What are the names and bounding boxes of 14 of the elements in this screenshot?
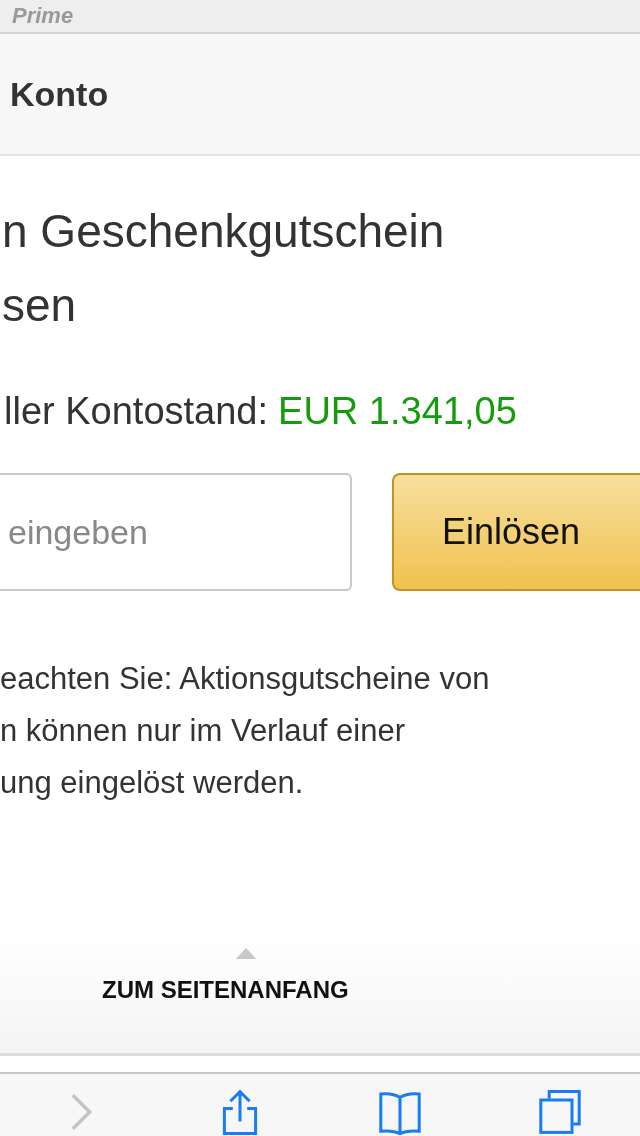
tabs-icon[interactable] bbox=[536, 1088, 584, 1136]
page-heading: sen bbox=[1, 278, 78, 333]
back-to-top-link[interactable]: ZUM SEITENANFANG bbox=[102, 976, 349, 1004]
note-text: ung eingelöst werden. bbox=[0, 764, 305, 802]
up-arrow-icon bbox=[234, 947, 258, 960]
redeem-button[interactable]: Einlösen bbox=[392, 473, 640, 591]
note-text: n können nur im Verlauf einer bbox=[0, 712, 406, 750]
balance-label: ller Kontostand: bbox=[4, 390, 269, 433]
section-title: Konto bbox=[10, 74, 109, 114]
balance-amount: EUR 1.341,05 bbox=[278, 390, 517, 433]
brand-text: Prime bbox=[12, 3, 74, 29]
code-field[interactable]: eingeben bbox=[0, 473, 352, 591]
page-heading: n Geschenkgutschein bbox=[1, 204, 446, 259]
note-text: eachten Sie: Aktionsgutscheine von bbox=[0, 660, 491, 698]
